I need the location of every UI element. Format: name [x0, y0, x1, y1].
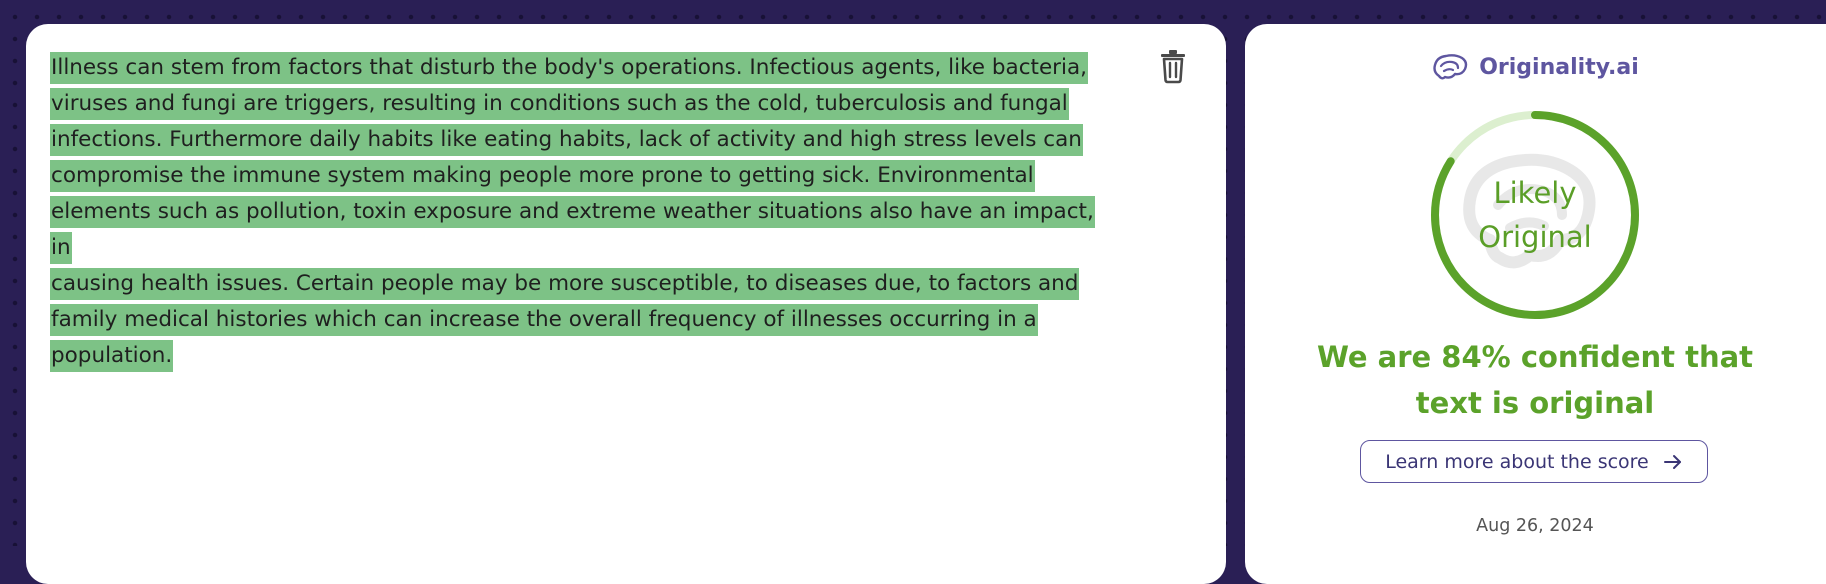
highlighted-text-line: population. [50, 340, 174, 372]
gauge-label-line1: Likely [1493, 176, 1577, 210]
score-gauge: Likely Original [1420, 100, 1650, 330]
gauge-label-line2: Original [1478, 220, 1592, 254]
highlighted-text-line: viruses and fungi are triggers, resultin… [50, 88, 1069, 120]
text-input-panel[interactable]: Illness can stem from factors that distu… [26, 24, 1226, 584]
delete-text-button[interactable] [1157, 48, 1189, 84]
learn-more-label: Learn more about the score [1385, 450, 1649, 473]
brand-header: Originality.ai [1245, 52, 1825, 82]
learn-more-button[interactable]: Learn more about the score [1360, 440, 1708, 483]
highlighted-text-line: family medical histories which can incre… [50, 304, 1038, 336]
highlighted-text-line: compromise the immune system making peop… [50, 160, 1035, 192]
trash-icon [1161, 50, 1185, 84]
gauge-label: Likely Original [1420, 100, 1650, 330]
highlighted-text-line: elements such as pollution, toxin exposu… [50, 196, 1095, 264]
arrow-right-icon [1663, 454, 1681, 469]
highlighted-text-line: causing health issues. Certain people ma… [50, 268, 1080, 300]
brain-icon [1433, 54, 1468, 80]
highlighted-text-line: Illness can stem from factors that distu… [50, 52, 1088, 84]
score-panel: Originality.ai Likely Original We are 84… [1245, 24, 1826, 584]
highlighted-text-line: infections. Furthermore daily habits lik… [50, 124, 1083, 156]
brand-name: Originality.ai [1479, 54, 1639, 80]
analyzed-text[interactable]: Illness can stem from factors that distu… [50, 50, 1110, 374]
analysis-date: Aug 26, 2024 [1476, 516, 1594, 536]
confidence-statement: We are 84% confident that text is origin… [1316, 340, 1754, 420]
